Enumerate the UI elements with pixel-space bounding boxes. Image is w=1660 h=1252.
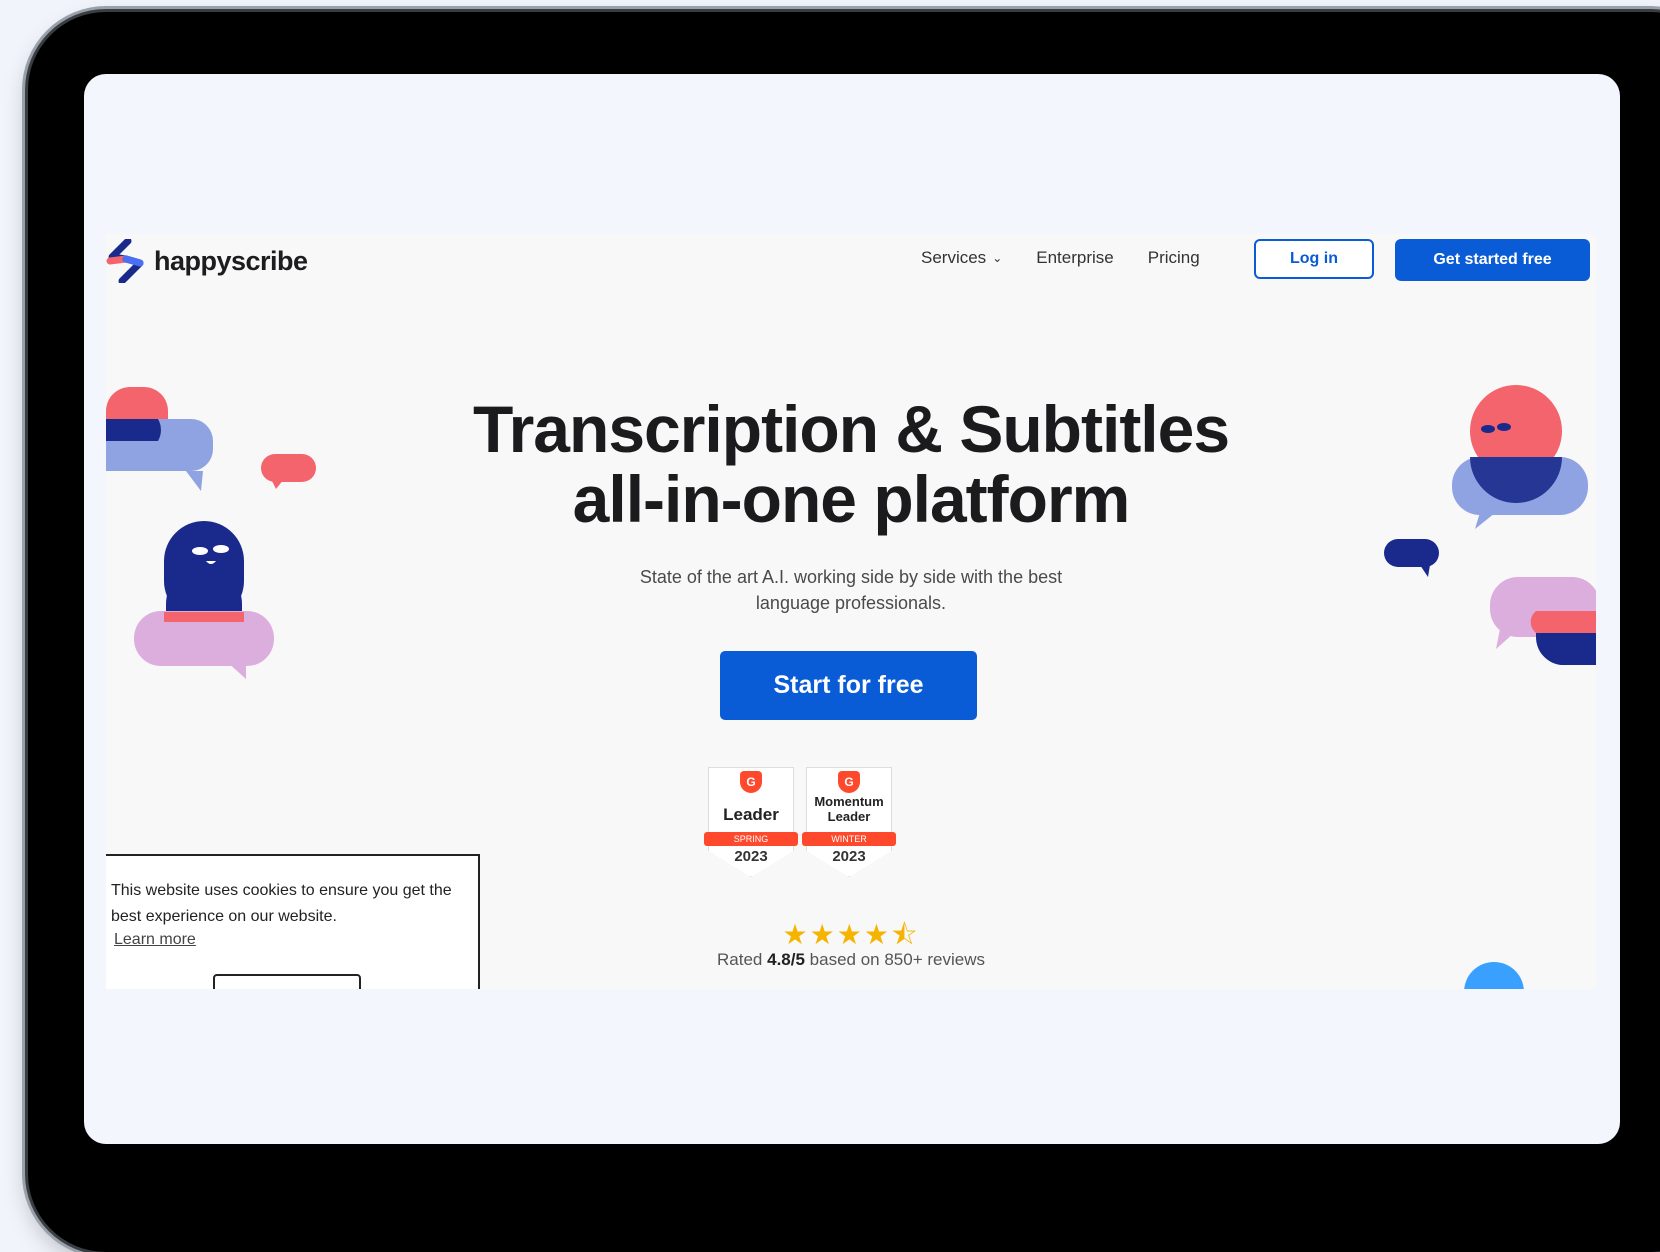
- happyscribe-logo-icon: [106, 239, 144, 283]
- logo-wordmark: happyscribe: [154, 245, 308, 276]
- tablet-screen: happyscribe Services ⌄ Enterprise Pricin…: [84, 74, 1620, 1144]
- g2-logo-icon: G: [740, 771, 762, 793]
- g2-leader-badge: G Leader SPRING 2023: [704, 767, 798, 877]
- badge-season: WINTER: [802, 832, 896, 846]
- g2-momentum-leader-badge: G Momentum Leader WINTER 2023: [802, 767, 896, 877]
- badge-title-line-2: Leader: [827, 809, 871, 824]
- rating-suffix: based on 850+ reviews: [809, 950, 985, 969]
- cookie-banner: This website uses cookies to ensure you …: [106, 854, 480, 989]
- hero-title-line-1: Transcription & Subtitles: [472, 392, 1230, 466]
- nav-services-label: Services: [921, 248, 987, 267]
- learn-more-link[interactable]: Learn more: [114, 931, 196, 949]
- g2-logo-icon: G: [838, 771, 860, 793]
- happyscribe-logo[interactable]: happyscribe: [106, 238, 308, 284]
- chevron-down-icon: ⌄: [992, 251, 1003, 265]
- badge-year: 2023: [734, 848, 768, 865]
- get-started-button[interactable]: Get started free: [1395, 239, 1590, 281]
- top-nav: happyscribe Services ⌄ Enterprise Pricin…: [106, 234, 1596, 304]
- badge-title: Leader: [723, 805, 779, 824]
- hero-subtitle: State of the art A.I. working side by si…: [106, 564, 1596, 616]
- hero-title: Transcription & Subtitles all-in-one pla…: [106, 394, 1596, 534]
- hero-subtitle-line-1: State of the art A.I. working side by si…: [639, 567, 1063, 587]
- rating-prefix: Rated: [717, 950, 763, 969]
- badge-year: 2023: [832, 848, 866, 865]
- nav-pricing-label: Pricing: [1147, 248, 1200, 267]
- hero-subtitle-line-2: language professionals.: [755, 593, 947, 613]
- rating-score: 4.8/5: [767, 950, 805, 969]
- start-for-free-button[interactable]: Start for free: [720, 651, 977, 720]
- website: happyscribe Services ⌄ Enterprise Pricin…: [106, 234, 1596, 989]
- hero-title-line-2: all-in-one platform: [572, 462, 1131, 536]
- nav-enterprise[interactable]: Enterprise: [1036, 248, 1113, 268]
- badge-title-line-1: Momentum: [814, 794, 884, 809]
- login-button[interactable]: Log in: [1254, 239, 1374, 279]
- cookie-accept-button[interactable]: [213, 974, 361, 989]
- cookie-message: This website uses cookies to ensure you …: [111, 882, 452, 925]
- nav-services[interactable]: Services ⌄: [921, 248, 1002, 268]
- nav-enterprise-label: Enterprise: [1036, 248, 1114, 267]
- nav-pricing[interactable]: Pricing: [1148, 248, 1200, 268]
- badge-season: SPRING: [704, 832, 798, 846]
- tablet-frame: happyscribe Services ⌄ Enterprise Pricin…: [28, 12, 1660, 1252]
- nav-links: Services ⌄ Enterprise Pricing: [921, 248, 1234, 268]
